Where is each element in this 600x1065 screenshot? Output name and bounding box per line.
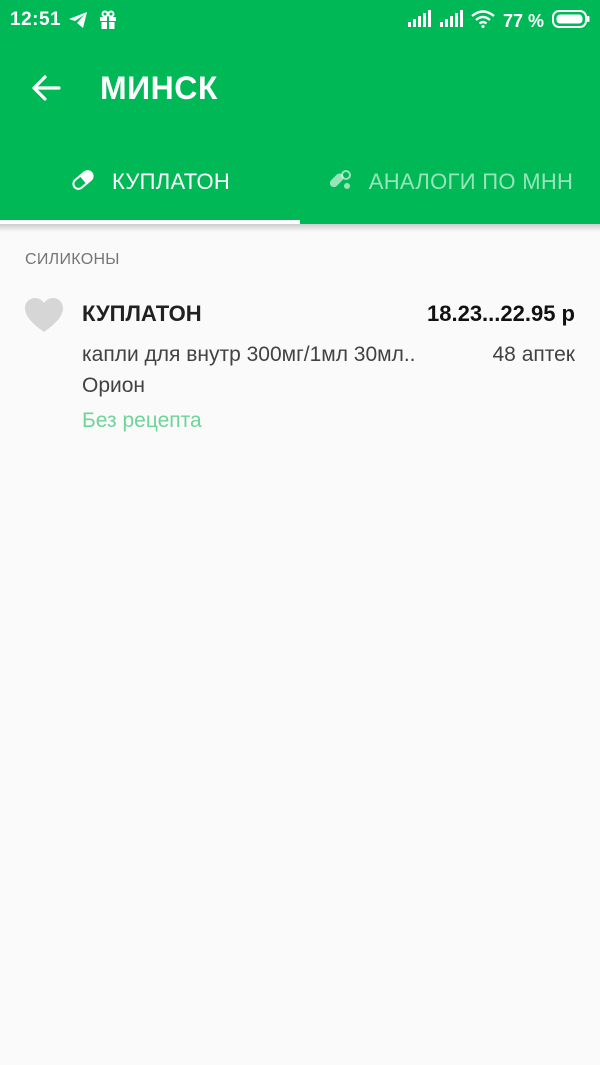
toolbar: МИНСК [0,42,600,138]
gift-icon [98,10,118,35]
pills-icon [327,167,353,198]
battery-percent: 77 % [502,11,544,31]
tab-drug[interactable]: КУПЛАТОН [0,140,300,224]
app-bar: 12:51 77 % МИНСК КУПЛАТОН АНАЛОГИ ПО МНН [0,0,600,224]
tab-analogs-label: АНАЛОГИ ПО МНН [368,169,574,194]
pharmacy-count: 48 аптек [492,343,576,366]
drug-price-range: 18.23...22.95 р [427,301,575,326]
signal-icon [439,10,463,33]
arrow-back-icon [31,74,61,106]
drug-form: капли для внутр 300мг/1мл 30мл.. [82,343,416,366]
tab-analogs[interactable]: АНАЛОГИ ПО МНН [300,140,600,224]
back-button[interactable] [22,66,70,114]
status-bar: 12:51 77 % [0,0,600,42]
wifi-icon [471,10,495,33]
status-time: 12:51 [10,9,62,30]
manufacturer: Орион [82,374,146,397]
signal-icon [407,10,431,33]
prescription-status: Без рецепта [82,409,202,432]
battery-icon [552,9,590,34]
telegram-icon [68,11,88,34]
heart-icon [24,298,64,338]
tab-bar: КУПЛАТОН АНАЛОГИ ПО МНН [0,140,600,224]
drug-name: КУПЛАТОН [82,301,202,326]
tab-drug-label: КУПЛАТОН [111,169,231,194]
section-header: СИЛИКОНЫ [25,251,120,268]
drug-list-item[interactable]: КУПЛАТОН 18.23...22.95 р капли для внутр… [0,282,600,452]
pill-icon [70,167,96,198]
favorite-button[interactable] [24,298,64,338]
city-title: МИНСК [100,70,218,106]
